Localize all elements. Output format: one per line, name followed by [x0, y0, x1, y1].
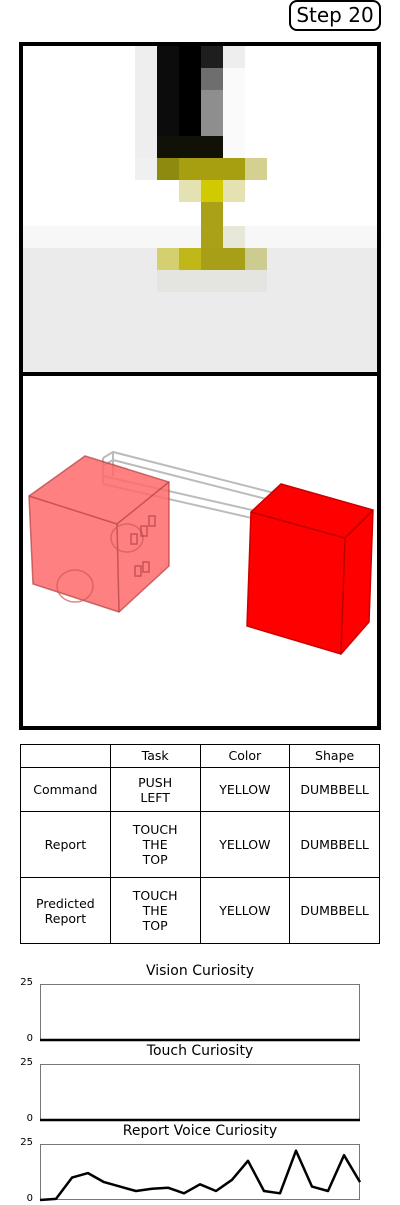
row-label: Command — [20, 766, 111, 813]
task-cell: TOUCH THE TOP — [109, 877, 201, 944]
row-label: Report — [20, 811, 111, 879]
task-cell: TOUCH THE TOP — [109, 811, 201, 879]
header-cell: Color — [199, 744, 291, 768]
color-cell: YELLOW — [199, 877, 291, 944]
row-label: Predicted Report — [20, 877, 111, 944]
header-cell: Shape — [289, 744, 380, 768]
header-cell — [20, 744, 111, 768]
table-header-row: Task Color Shape — [20, 744, 380, 768]
vision-image — [23, 46, 377, 372]
translucent-cube — [28, 455, 170, 613]
step-counter: Step 20 — [289, 0, 381, 31]
touch-curiosity-chart — [40, 1118, 360, 1122]
status-table: Task Color Shape Command PUSH LEFT YELLOW… — [20, 744, 380, 944]
color-cell: YELLOW — [199, 766, 291, 813]
table-row: Report TOUCH THE TOP YELLOW DUMBBELL — [20, 811, 380, 879]
chart-title-vision: Vision Curiosity — [145, 963, 255, 979]
scene-render — [28, 450, 374, 655]
ytick-top: 25 — [20, 977, 33, 988]
shape-cell: DUMBBELL — [289, 766, 380, 813]
scene-panel — [19, 372, 381, 730]
ytick-bottom: 0 — [26, 1113, 33, 1124]
table-row: Predicted Report TOUCH THE TOP YELLOW DUMBB… — [20, 877, 380, 944]
task-cell: PUSH LEFT — [109, 766, 201, 813]
shape-cell: DUMBBELL — [289, 877, 380, 944]
shape-cell: DUMBBELL — [289, 811, 380, 879]
ytick-top: 25 — [20, 1057, 33, 1068]
chart-title-touch: Touch Curiosity — [146, 1043, 254, 1059]
vision-panel — [19, 42, 381, 376]
series-line — [39, 1149, 362, 1202]
solid-cube — [246, 483, 374, 655]
table-row: Command PUSH LEFT YELLOW DUMBBELL — [20, 766, 380, 813]
vision-curiosity-chart — [40, 1038, 360, 1042]
color-cell: YELLOW — [199, 811, 291, 879]
header-cell: Task — [109, 744, 201, 768]
ytick-bottom: 0 — [26, 1193, 33, 1204]
chart-title-voice: Report Voice Curiosity — [122, 1123, 278, 1139]
voice-curiosity-chart — [39, 1149, 362, 1202]
ytick-top: 25 — [20, 1137, 33, 1148]
ytick-bottom: 0 — [26, 1033, 33, 1044]
